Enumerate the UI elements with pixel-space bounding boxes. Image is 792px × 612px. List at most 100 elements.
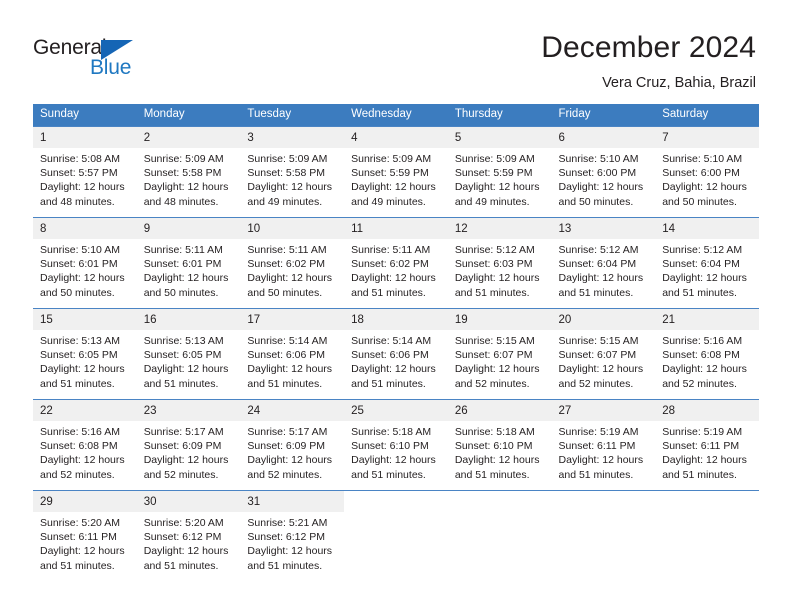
daylight-text-line1: Daylight: 12 hours [143, 454, 229, 467]
day-number: 12 [447, 218, 552, 239]
general-blue-logo[interactable]: General Blue [33, 36, 163, 82]
sunrise-text: Sunrise: 5:16 AM [662, 335, 743, 347]
weekday-header-saturday: Saturday [655, 104, 759, 127]
day-cell-inner: 20 Sunrise: 5:15 AM Sunset: 6:07 PM Dayligh… [551, 309, 656, 399]
day-number: 21 [655, 309, 759, 330]
daylight-text-line1: Daylight: 12 hours [351, 454, 436, 467]
daylight-text-line1: Daylight: 12 hours [662, 181, 747, 194]
sunrise-text: Sunrise: 5:08 AM [40, 153, 120, 165]
calendar-day-cell[interactable]: 8 Sunrise: 5:10 AM Sunset: 6:01 PM Daylight… [33, 217, 137, 309]
calendar-day-cell[interactable]: 10 Sunrise: 5:11 AM Sunset: 6:02 PM Dayligh… [240, 217, 345, 309]
calendar-week-row: 8 Sunrise: 5:10 AM Sunset: 6:01 PM Daylight… [33, 217, 759, 309]
calendar-day-cell[interactable]: 15 Sunrise: 5:13 AM Sunset: 6:05 PM Dayligh… [33, 308, 137, 400]
day-number: 4 [344, 127, 448, 148]
calendar-day-cell[interactable]: 22 Sunrise: 5:16 AM Sunset: 6:08 PM Dayligh… [33, 399, 137, 491]
sunset-text: Sunset: 6:07 PM [558, 349, 637, 362]
sunrise-text: Sunrise: 5:12 AM [558, 244, 639, 256]
calendar-day-cell[interactable]: 20 Sunrise: 5:15 AM Sunset: 6:07 PM Dayligh… [551, 308, 656, 400]
day-details: Sunrise: 5:16 AM Sunset: 6:08 PM Daylight:… [655, 330, 759, 391]
day-cell-inner: 23 Sunrise: 5:17 AM Sunset: 6:09 PM Dayligh… [136, 400, 241, 490]
day-details: Sunrise: 5:09 AM Sunset: 5:58 PM Daylight:… [137, 148, 241, 209]
day-details: Sunrise: 5:12 AM Sunset: 6:04 PM Daylight:… [655, 239, 759, 300]
day-cell-inner: 9 Sunrise: 5:11 AM Sunset: 6:01 PM Daylight… [136, 218, 241, 308]
calendar-day-cell[interactable]: 1 Sunrise: 5:08 AM Sunset: 5:57 PM Daylight… [33, 126, 137, 218]
sunset-text: Sunset: 6:02 PM [247, 258, 326, 271]
daylight-text-line2: and 51 minutes. [662, 468, 737, 481]
day-details: Sunrise: 5:11 AM Sunset: 6:01 PM Daylight:… [137, 239, 241, 300]
day-cell-inner: 21 Sunrise: 5:16 AM Sunset: 6:08 PM Dayligh… [655, 309, 759, 399]
weekday-header-thursday: Thursday [447, 104, 552, 127]
calendar-day-cell[interactable]: 13 Sunrise: 5:12 AM Sunset: 6:04 PM Dayligh… [551, 217, 656, 309]
calendar-day-cell[interactable]: 5 Sunrise: 5:09 AM Sunset: 5:59 PM Daylight… [447, 126, 552, 218]
day-details: Sunrise: 5:12 AM Sunset: 6:03 PM Daylight:… [448, 239, 552, 300]
day-number: 31 [240, 491, 345, 512]
calendar-day-cell[interactable]: 28 Sunrise: 5:19 AM Sunset: 6:11 PM Dayligh… [655, 399, 759, 491]
calendar-day-cell[interactable]: 11 Sunrise: 5:11 AM Sunset: 6:02 PM Dayligh… [344, 217, 448, 309]
sunset-text: Sunset: 5:59 PM [351, 167, 429, 180]
calendar-day-cell[interactable]: 16 Sunrise: 5:13 AM Sunset: 6:05 PM Dayligh… [136, 308, 241, 400]
daylight-text-line1: Daylight: 12 hours [143, 363, 229, 376]
sunset-text: Sunset: 6:11 PM [40, 531, 117, 544]
sunrise-text: Sunrise: 5:16 AM [40, 426, 120, 438]
day-number: 1 [33, 127, 137, 148]
day-number: 18 [344, 309, 448, 330]
calendar-day-cell[interactable]: 21 Sunrise: 5:16 AM Sunset: 6:08 PM Dayligh… [655, 308, 759, 400]
sunrise-text: Sunrise: 5:18 AM [351, 426, 432, 438]
calendar-day-cell[interactable]: 23 Sunrise: 5:17 AM Sunset: 6:09 PM Dayligh… [136, 399, 241, 491]
day-number: 5 [447, 127, 552, 148]
daylight-text-line1: Daylight: 12 hours [247, 272, 333, 285]
calendar-day-cell[interactable]: 27 Sunrise: 5:19 AM Sunset: 6:11 PM Dayligh… [551, 399, 656, 491]
calendar-day-cell[interactable]: 6 Sunrise: 5:10 AM Sunset: 6:00 PM Daylight… [551, 126, 656, 218]
calendar-day-cell[interactable]: 4 Sunrise: 5:09 AM Sunset: 5:59 PM Daylight… [344, 126, 448, 218]
sunrise-text: Sunrise: 5:20 AM [143, 517, 224, 529]
day-details: Sunrise: 5:09 AM Sunset: 5:59 PM Daylight:… [448, 148, 552, 209]
daylight-text-line1: Daylight: 12 hours [662, 454, 747, 467]
daylight-text-line1: Daylight: 12 hours [351, 181, 436, 194]
calendar-day-cell[interactable]: 25 Sunrise: 5:18 AM Sunset: 6:10 PM Dayligh… [344, 399, 448, 491]
calendar-day-cell[interactable]: 30 Sunrise: 5:20 AM Sunset: 6:12 PM Dayligh… [136, 490, 241, 581]
calendar-day-cell[interactable]: 7 Sunrise: 5:10 AM Sunset: 6:00 PM Daylight… [655, 126, 759, 218]
calendar-day-cell[interactable]: 31 Sunrise: 5:21 AM Sunset: 6:12 PM Dayligh… [240, 490, 345, 581]
sunset-text: Sunset: 6:06 PM [351, 349, 429, 362]
calendar-day-cell[interactable]: 3 Sunrise: 5:09 AM Sunset: 5:58 PM Daylight… [240, 126, 345, 218]
calendar-day-cell[interactable]: 17 Sunrise: 5:14 AM Sunset: 6:06 PM Dayligh… [240, 308, 345, 400]
day-number [552, 491, 656, 512]
daylight-text-line2: and 51 minutes. [40, 559, 115, 572]
sunset-text: Sunset: 6:12 PM [143, 531, 222, 544]
daylight-text-line2: and 52 minutes. [662, 377, 737, 390]
sunrise-text: Sunrise: 5:11 AM [143, 244, 223, 256]
day-cell-inner: 12 Sunrise: 5:12 AM Sunset: 6:03 PM Dayligh… [447, 218, 552, 308]
day-cell-inner: 24 Sunrise: 5:17 AM Sunset: 6:09 PM Dayligh… [240, 400, 345, 490]
sunset-text: Sunset: 6:10 PM [454, 440, 533, 453]
daylight-text-line1: Daylight: 12 hours [143, 272, 229, 285]
daylight-text-line2: and 51 minutes. [143, 559, 219, 572]
day-cell-inner: 1 Sunrise: 5:08 AM Sunset: 5:57 PM Daylight… [33, 127, 137, 217]
sunrise-text: Sunrise: 5:17 AM [143, 426, 224, 438]
calendar-day-cell[interactable]: 29 Sunrise: 5:20 AM Sunset: 6:11 PM Dayligh… [33, 490, 137, 581]
calendar-day-cell[interactable]: 14 Sunrise: 5:12 AM Sunset: 6:04 PM Dayligh… [655, 217, 759, 309]
daylight-text-line2: and 51 minutes. [143, 377, 219, 390]
calendar-day-cell[interactable]: 19 Sunrise: 5:15 AM Sunset: 6:07 PM Dayligh… [447, 308, 552, 400]
sunrise-text: Sunrise: 5:09 AM [143, 153, 224, 165]
day-number: 27 [551, 400, 656, 421]
sunset-text: Sunset: 6:04 PM [558, 258, 637, 271]
calendar-day-cell[interactable]: 12 Sunrise: 5:12 AM Sunset: 6:03 PM Dayligh… [447, 217, 552, 309]
calendar-day-cell[interactable]: 2 Sunrise: 5:09 AM Sunset: 5:58 PM Daylight… [136, 126, 241, 218]
calendar-day-cell[interactable]: 9 Sunrise: 5:11 AM Sunset: 6:01 PM Daylight… [136, 217, 241, 309]
calendar-day-cell[interactable]: 24 Sunrise: 5:17 AM Sunset: 6:09 PM Dayligh… [240, 399, 345, 491]
daylight-text-line1: Daylight: 12 hours [40, 454, 125, 467]
day-cell-inner: 31 Sunrise: 5:21 AM Sunset: 6:12 PM Dayligh… [240, 491, 345, 581]
day-number: 29 [33, 491, 137, 512]
daylight-text-line2: and 51 minutes. [351, 286, 426, 299]
day-details: Sunrise: 5:15 AM Sunset: 6:07 PM Daylight:… [552, 330, 656, 391]
calendar-day-cell[interactable]: 26 Sunrise: 5:18 AM Sunset: 6:10 PM Dayligh… [447, 399, 552, 491]
daylight-text-line2: and 50 minutes. [662, 195, 737, 208]
sunset-text: Sunset: 6:00 PM [662, 167, 740, 180]
day-details: Sunrise: 5:18 AM Sunset: 6:10 PM Daylight:… [448, 421, 552, 482]
calendar-day-cell[interactable]: 18 Sunrise: 5:14 AM Sunset: 6:06 PM Dayligh… [344, 308, 448, 400]
daylight-text-line1: Daylight: 12 hours [40, 181, 125, 194]
sunrise-text: Sunrise: 5:09 AM [351, 153, 432, 165]
day-cell-inner: 10 Sunrise: 5:11 AM Sunset: 6:02 PM Dayligh… [240, 218, 345, 308]
weekday-header-wednesday: Wednesday [344, 104, 448, 127]
daylight-text-line1: Daylight: 12 hours [247, 545, 333, 558]
